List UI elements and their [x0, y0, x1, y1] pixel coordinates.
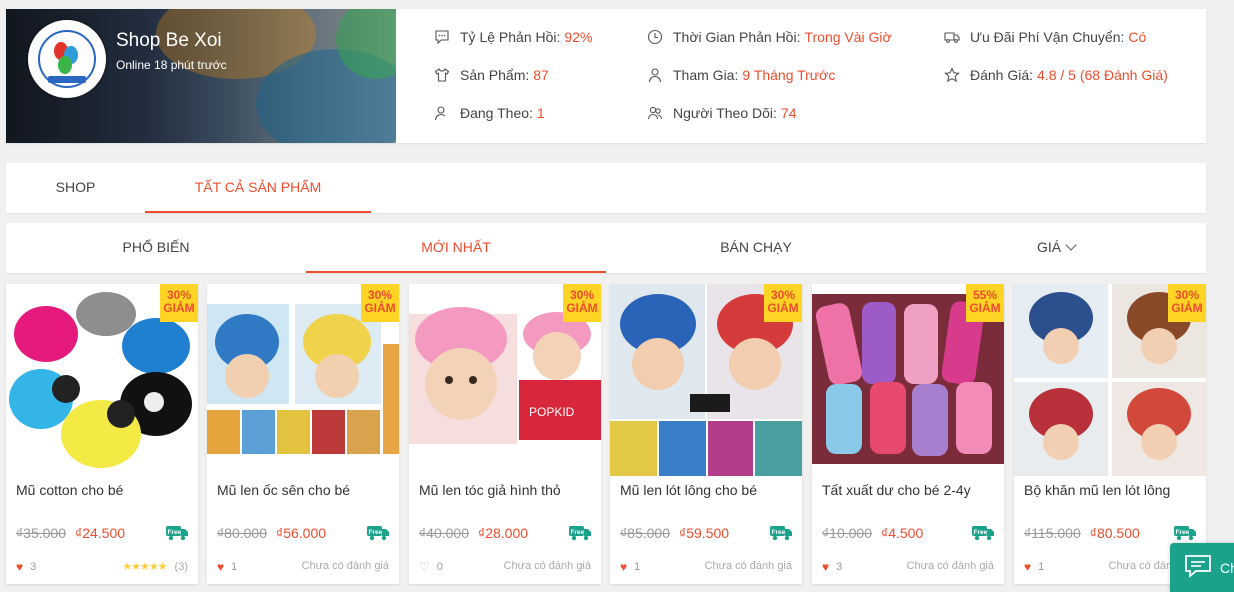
stat-products: Sản Phẩm: 87 [434, 67, 549, 83]
chevron-down-icon [1065, 239, 1077, 251]
product-title[interactable]: Mũ cotton cho bé [16, 482, 123, 498]
discount-badge: 30% GIẢM [563, 284, 601, 322]
truck-icon [944, 29, 960, 45]
product-image[interactable]: 30% GIẢM [1014, 284, 1206, 476]
product-card[interactable]: 30% GIẢM Mũ cotton cho bé ₫35.000 ₫24.500 … [6, 284, 198, 584]
product-price: ₫35.000 ₫24.500 [16, 525, 126, 541]
stat-following: Đang Theo: 1 [434, 105, 545, 121]
product-rating: Chưa có đánh giá [906, 560, 994, 572]
product-rating: Chưa có đánh giá [503, 560, 591, 572]
product-image[interactable]: 30% GIẢM [610, 284, 802, 476]
product-image[interactable]: 30% GIẢM [207, 284, 399, 476]
chat-label: Ch [1220, 560, 1234, 576]
shop-tabs: SHOP TẤT CẢ SẢN PHẨM [6, 163, 1206, 213]
user-follow-icon [434, 105, 450, 121]
like-count[interactable]: ♥ 3 [16, 560, 36, 574]
svg-text:POPKID: POPKID [529, 405, 575, 419]
user-icon [647, 67, 663, 83]
heart-icon[interactable]: ♥ [16, 560, 23, 574]
stat-followers: Người Theo Dõi: 74 [647, 105, 796, 121]
tab-all-products[interactable]: TẤT CẢ SẢN PHẨM [145, 163, 371, 213]
discount-badge: 55% GIẢM [966, 284, 1004, 322]
svg-text:Free: Free [369, 529, 383, 536]
stat-shipping-offer: Ưu Đãi Phí Vận Chuyển: Có [944, 29, 1146, 45]
svg-text:Free: Free [974, 529, 988, 536]
product-image[interactable]: 30% GIẢM [6, 284, 198, 476]
product-price: ₫85.000 ₫59.500 [620, 525, 730, 541]
product-title[interactable]: Mũ len lót lông cho bé [620, 482, 757, 498]
stat-joined: Tham Gia: 9 Tháng Trước [647, 67, 835, 83]
shop-header: Shop Be Xoi Online 18 phút trước Tỷ Lệ P… [6, 9, 1206, 143]
product-rating: Chưa có đánh giá [704, 560, 792, 572]
product-image[interactable]: 55% GIẢM [812, 284, 1004, 476]
chat-bubble-icon [434, 29, 450, 45]
sort-bar: PHỔ BIẾN MỚI NHẤT BÁN CHẠY GIÁ [6, 223, 1206, 273]
shop-avatar[interactable] [28, 20, 106, 98]
chat-button[interactable]: Ch [1170, 543, 1234, 592]
like-count[interactable]: ♥ 1 [620, 560, 640, 574]
heart-icon[interactable]: ♥ [822, 560, 829, 574]
shop-banner: Shop Be Xoi Online 18 phút trước [6, 9, 396, 143]
stat-response-rate: Tỷ Lệ Phản Hồi: 92% [434, 29, 592, 45]
free-shipping-icon: Free [166, 526, 188, 541]
svg-text:Free: Free [571, 529, 585, 536]
product-card[interactable]: 30% GIẢM Mũ len ốc sên cho bé ₫80.000 ₫56.… [207, 284, 399, 584]
shop-name: Shop Be Xoi [116, 30, 222, 51]
product-card[interactable]: 30% GIẢM Mũ len lót lông cho bé ₫85.000 ₫5… [610, 284, 802, 584]
shirt-icon [434, 67, 450, 83]
shop-online-status: Online 18 phút trước [116, 58, 227, 72]
product-title[interactable]: Bộ khăn mũ len lót lông [1024, 482, 1170, 498]
sort-newest[interactable]: MỚI NHẤT [306, 223, 606, 273]
rating-stars-icon: ★★★★★ [122, 561, 167, 573]
stat-response-time: Thời Gian Phản Hồi: Trong Vài Giờ [647, 29, 892, 45]
discount-badge: 30% GIẢM [361, 284, 399, 322]
like-count[interactable]: ♥ 1 [1024, 560, 1044, 574]
like-count[interactable]: ♥ 1 [217, 560, 237, 574]
shop-stats: Tỷ Lệ Phản Hồi: 92% Thời Gian Phản Hồi: Tr… [434, 9, 1194, 143]
product-rating: Chưa có đánh giá [301, 560, 389, 572]
free-shipping-icon: Free [1174, 526, 1196, 541]
heart-icon[interactable]: ♥ [1024, 560, 1031, 574]
heart-icon[interactable]: ♥ [620, 560, 627, 574]
sort-popular[interactable]: PHỔ BIẾN [6, 223, 306, 273]
product-card[interactable]: POPKID 30% GIẢM Mũ len tóc giả hình thỏ ₫… [409, 284, 601, 584]
product-card[interactable]: 55% GIẢM Tất xuất dư cho bé 2-4y ₫10.000 ₫… [812, 284, 1004, 584]
stat-rating: Đánh Giá: 4.8 / 5 (68 Đánh Giá) [944, 67, 1168, 83]
product-price: ₫80.000 ₫56.000 [217, 525, 327, 541]
sort-best-selling[interactable]: BÁN CHẠY [606, 223, 906, 273]
like-count[interactable]: ♥ 3 [822, 560, 842, 574]
users-icon [647, 105, 663, 121]
svg-text:Free: Free [772, 529, 786, 536]
free-shipping-icon: Free [770, 526, 792, 541]
product-title[interactable]: Mũ len tóc giả hình thỏ [419, 482, 561, 498]
product-price: ₫40.000 ₫28.000 [419, 525, 529, 541]
discount-badge: 30% GIẢM [764, 284, 802, 322]
free-shipping-icon: Free [569, 526, 591, 541]
product-rating: ★★★★★ (3) [122, 561, 188, 573]
product-title[interactable]: Tất xuất dư cho bé 2-4y [822, 482, 971, 498]
product-price: ₫115.000 ₫80.500 [1024, 525, 1140, 541]
discount-badge: 30% GIẢM [160, 284, 198, 322]
like-count[interactable]: ♡ 0 [419, 560, 443, 574]
heart-outline-icon[interactable]: ♡ [419, 560, 430, 574]
product-image[interactable]: POPKID 30% GIẢM [409, 284, 601, 476]
svg-text:Free: Free [168, 529, 182, 536]
discount-badge: 30% GIẢM [1168, 284, 1206, 322]
free-shipping-icon: Free [367, 526, 389, 541]
tab-shop[interactable]: SHOP [6, 163, 145, 213]
sort-price[interactable]: GIÁ [906, 223, 1206, 273]
heart-icon[interactable]: ♥ [217, 560, 224, 574]
product-price: ₫10.000 ₫4.500 [822, 525, 924, 541]
svg-text:Free: Free [1176, 529, 1190, 536]
product-title[interactable]: Mũ len ốc sên cho bé [217, 482, 350, 498]
clock-icon [647, 29, 663, 45]
chat-icon [1185, 555, 1211, 578]
product-card[interactable]: 30% GIẢM Bộ khăn mũ len lót lông ₫115.000… [1014, 284, 1206, 584]
star-icon [944, 67, 960, 83]
free-shipping-icon: Free [972, 526, 994, 541]
